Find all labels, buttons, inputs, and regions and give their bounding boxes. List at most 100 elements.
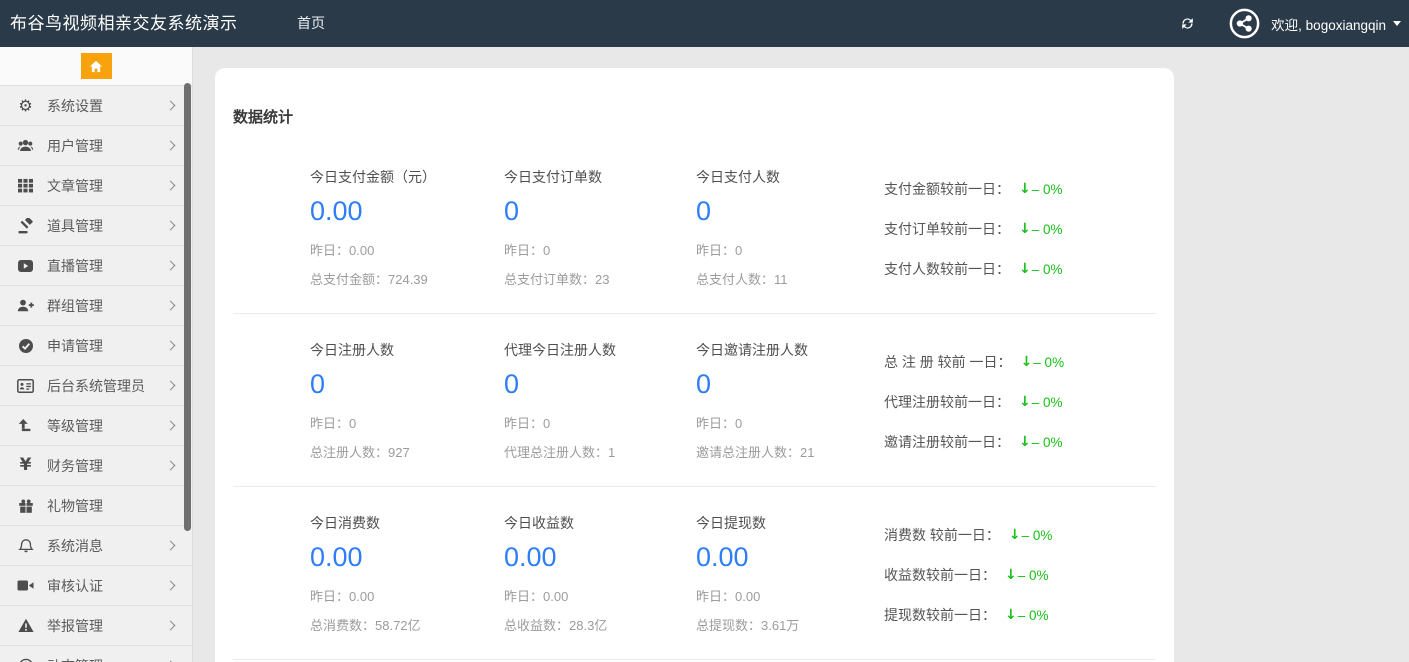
nav-home-link[interactable]: 首页 bbox=[297, 0, 325, 47]
home-button[interactable] bbox=[81, 53, 112, 79]
sidebar-item-label: 文章管理 bbox=[47, 176, 167, 196]
comparison-value: – 0% bbox=[1032, 182, 1063, 197]
clock-icon bbox=[15, 658, 36, 662]
comparison-line: 总 注 册 较前 一日： ↓ – 0% bbox=[884, 342, 1156, 382]
sidebar-item-label: 等级管理 bbox=[47, 416, 167, 436]
comparison-block: 总 注 册 较前 一日： ↓ – 0% 代理注册较前一日： ↓ – 0% 邀请注… bbox=[884, 342, 1156, 462]
sidebar-item-label: 审核认证 bbox=[47, 576, 167, 596]
stat-label: 今日提现数 bbox=[696, 513, 884, 533]
stat-card-today-pay-users: 今日支付人数 0 昨日：0 总支付人数：11 bbox=[696, 167, 884, 289]
down-arrow-icon: ↓ bbox=[1019, 221, 1031, 237]
sidebar-item-system-settings[interactable]: ⚙ 系统设置 bbox=[0, 86, 192, 126]
comparison-line: 收益数较前一日： ↓ – 0% bbox=[884, 555, 1156, 595]
stats-row-registrations: 今日注册人数 0 昨日：0 总注册人数：927 代理今日注册人数 0 昨日：0 … bbox=[233, 314, 1156, 487]
sidebar-item-application-management[interactable]: 申请管理 bbox=[0, 326, 192, 366]
bell-icon bbox=[15, 538, 36, 554]
stat-total: 总支付人数：11 bbox=[696, 269, 884, 288]
sidebar-item-level-management[interactable]: 等级管理 bbox=[0, 406, 192, 446]
sidebar-item-label: 群组管理 bbox=[47, 296, 167, 316]
stat-value: 0 bbox=[504, 196, 696, 227]
stat-label: 今日注册人数 bbox=[310, 340, 504, 360]
stat-value: 0 bbox=[696, 369, 884, 400]
gavel-icon bbox=[15, 218, 36, 234]
caret-down-icon[interactable] bbox=[1393, 21, 1401, 26]
stat-value: 0 bbox=[310, 369, 504, 400]
refresh-icon[interactable] bbox=[1179, 15, 1196, 32]
stat-total: 总提现数：3.61万 bbox=[696, 615, 884, 634]
stat-card-agent-registrations: 代理今日注册人数 0 昨日：0 代理总注册人数：1 bbox=[504, 340, 696, 462]
stat-total: 总支付金额：724.39 bbox=[310, 269, 504, 288]
sidebar-item-user-management[interactable]: 用户管理 bbox=[0, 126, 192, 166]
down-arrow-icon: ↓ bbox=[1009, 527, 1021, 543]
down-arrow-icon: ↓ bbox=[1019, 434, 1031, 450]
sidebar-item-system-messages[interactable]: 系统消息 bbox=[0, 526, 192, 566]
down-arrow-icon: ↓ bbox=[1005, 607, 1017, 623]
stat-yesterday: 昨日：0 bbox=[310, 413, 504, 432]
sidebar-item-group-management[interactable]: 群组管理 bbox=[0, 286, 192, 326]
stat-yesterday: 昨日：0.00 bbox=[696, 586, 884, 605]
chevron-right-icon bbox=[166, 181, 176, 191]
stat-label: 今日消费数 bbox=[310, 513, 504, 533]
sidebar-item-props-management[interactable]: 道具管理 bbox=[0, 206, 192, 246]
grid-icon bbox=[15, 178, 36, 193]
comparison-block: 支付金额较前一日： ↓ – 0% 支付订单较前一日： ↓ – 0% 支付人数较前… bbox=[884, 169, 1156, 289]
sidebar-item-label: 申请管理 bbox=[47, 336, 167, 356]
comparison-line: 支付金额较前一日： ↓ – 0% bbox=[884, 169, 1156, 209]
stat-card-today-pay-orders: 今日支付订单数 0 昨日：0 总支付订单数：23 bbox=[504, 167, 696, 289]
chevron-right-icon bbox=[166, 261, 176, 271]
chevron-right-icon bbox=[166, 141, 176, 151]
stat-value: 0 bbox=[504, 369, 696, 400]
stat-card-today-pay-amount: 今日支付金额（元） 0.00 昨日：0.00 总支付金额：724.39 bbox=[310, 167, 504, 289]
stat-yesterday: 昨日：0.00 bbox=[310, 586, 504, 605]
comparison-value: – 0% bbox=[1018, 568, 1049, 583]
sidebar-item-live-management[interactable]: 直播管理 bbox=[0, 246, 192, 286]
id-card-icon bbox=[15, 379, 36, 393]
stat-label: 今日支付金额（元） bbox=[310, 167, 504, 187]
stat-label: 代理今日注册人数 bbox=[504, 340, 696, 360]
sidebar-item-admin-management[interactable]: 后台系统管理员 bbox=[0, 366, 192, 406]
sidebar-item-review-certification[interactable]: 审核认证 bbox=[0, 566, 192, 606]
stat-card-today-withdrawals: 今日提现数 0.00 昨日：0.00 总提现数：3.61万 bbox=[696, 513, 884, 635]
welcome-user-dropdown[interactable]: 欢迎, bogoxiangqin bbox=[1271, 14, 1386, 34]
stats-row-consumption: 今日消费数 0.00 昨日：0.00 总消费数：58.72亿 今日收益数 0.0… bbox=[233, 487, 1156, 660]
comparison-label: 支付人数较前一日： bbox=[884, 259, 1010, 279]
stat-total: 总支付订单数：23 bbox=[504, 269, 696, 288]
stat-label: 今日支付订单数 bbox=[504, 167, 696, 187]
chevron-right-icon bbox=[166, 541, 176, 551]
stat-value: 0.00 bbox=[310, 196, 504, 227]
sidebar-item-gift-management[interactable]: 礼物管理 bbox=[0, 486, 192, 526]
sidebar-item-article-management[interactable]: 文章管理 bbox=[0, 166, 192, 206]
comparison-block: 消费数 较前一日： ↓ – 0% 收益数较前一日： ↓ – 0% 提现数较前一日… bbox=[884, 515, 1156, 635]
sidebar-item-label: 用户管理 bbox=[47, 136, 167, 156]
chevron-right-icon bbox=[166, 341, 176, 351]
sidebar-item-label: 举报管理 bbox=[47, 616, 167, 636]
comparison-value: – 0% bbox=[1022, 528, 1053, 543]
check-circle-icon bbox=[15, 338, 36, 354]
sidebar-item-report-management[interactable]: 举报管理 bbox=[0, 606, 192, 646]
warning-icon bbox=[15, 618, 36, 633]
app-title: 布谷鸟视频相亲交友系统演示 bbox=[10, 0, 238, 47]
chevron-right-icon bbox=[166, 381, 176, 391]
sidebar-scrollbar-thumb[interactable] bbox=[184, 83, 191, 531]
sidebar-item-finance-management[interactable]: ¥ 财务管理 bbox=[0, 446, 192, 486]
row-icon-spacer bbox=[233, 340, 310, 462]
stat-total: 邀请总注册人数：21 bbox=[696, 442, 884, 461]
stat-card-invite-registrations: 今日邀请注册人数 0 昨日：0 邀请总注册人数：21 bbox=[696, 340, 884, 462]
row-icon-spacer bbox=[233, 167, 310, 289]
stat-value: 0 bbox=[696, 196, 884, 227]
stat-card-today-registrations: 今日注册人数 0 昨日：0 总注册人数：927 bbox=[310, 340, 504, 462]
user-avatar-icon[interactable] bbox=[1229, 8, 1260, 39]
stat-total: 代理总注册人数：1 bbox=[504, 442, 696, 461]
comparison-value: – 0% bbox=[1032, 395, 1063, 410]
comparison-value: – 0% bbox=[1018, 608, 1049, 623]
chevron-right-icon bbox=[166, 621, 176, 631]
chevron-right-icon bbox=[166, 581, 176, 591]
video-camera-icon bbox=[15, 579, 36, 592]
comparison-label: 代理注册较前一日： bbox=[884, 392, 1010, 412]
sidebar-item-dynamics-management[interactable]: 动态管理 bbox=[0, 646, 192, 662]
comparison-line: 提现数较前一日： ↓ – 0% bbox=[884, 595, 1156, 635]
users-icon bbox=[15, 138, 36, 153]
comparison-value: – 0% bbox=[1032, 262, 1063, 277]
stat-card-today-earnings: 今日收益数 0.00 昨日：0.00 总收益数：28.3亿 bbox=[504, 513, 696, 635]
comparison-line: 邀请注册较前一日： ↓ – 0% bbox=[884, 422, 1156, 462]
